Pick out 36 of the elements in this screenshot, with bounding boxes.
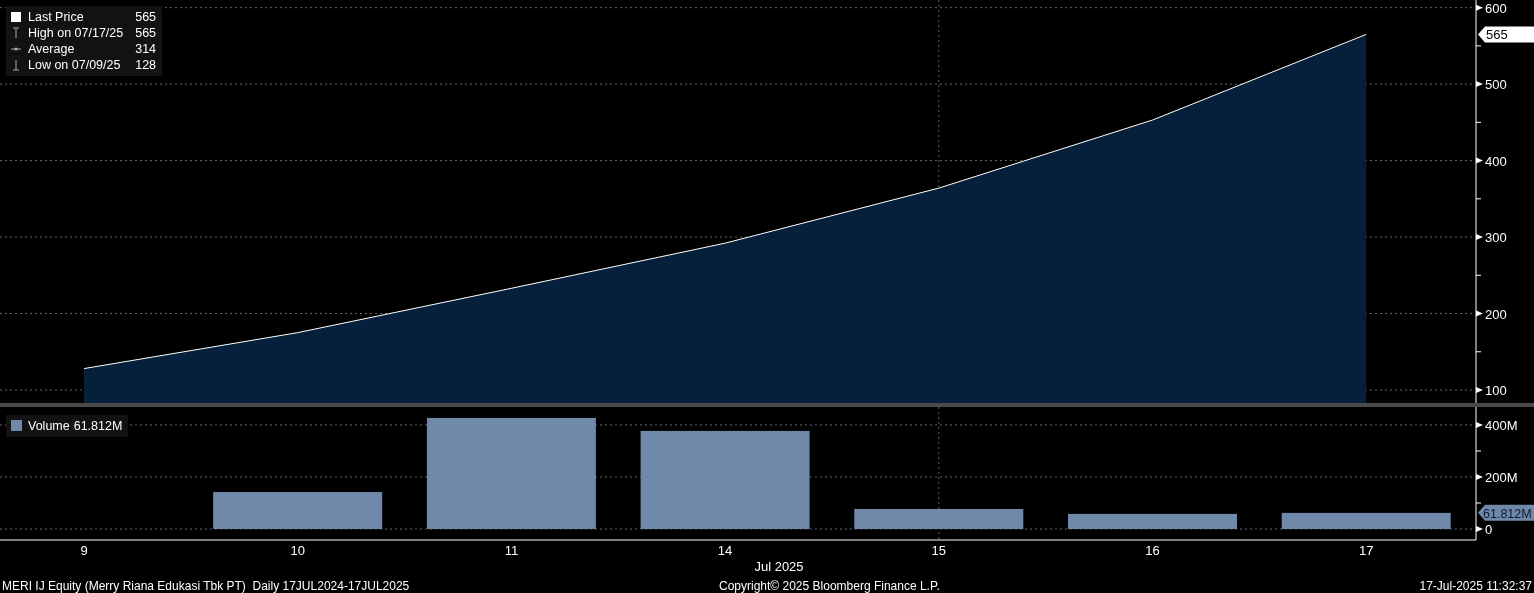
legend-swatch-icon [10,419,22,433]
timestamp: 17-Jul-2025 11:32:37 [1419,579,1532,593]
legend-value: 314 [134,41,157,57]
axis-label: 200 [1485,306,1507,322]
security-description: MERI IJ Equity (Merry Riana Edukasi Tbk PT) Daily 17JUL2024-17JUL2025 [2,579,410,593]
axis-label: 9 [80,543,88,558]
axis-label: 16 [1145,543,1160,558]
low-marker-icon [10,58,22,72]
legend-value: 61.812M [73,418,123,434]
high-marker-icon [10,26,22,40]
legend-swatch-icon [10,10,22,24]
axis-label: 0 [1485,522,1493,537]
axis-label: 300 [1485,230,1507,246]
legend-label: Low on 07/09/25 [28,57,122,73]
axis-label: 11 [504,543,519,558]
legend-value: 565 [134,9,157,25]
legend-label: Last Price [28,9,85,25]
axis-label: 17 [1358,543,1374,558]
legend-label: High on 07/17/25 [28,25,124,41]
legend-value: 565 [134,25,157,41]
axis-label: 500 [1485,77,1507,93]
axis-label: 100 [1485,383,1507,398]
axis-label: 400M [1485,417,1518,433]
copyright-notice: Copyright© 2025 Bloomberg Finance L.P. [719,579,940,593]
legend-label: Average [28,41,76,57]
legend-value: 128 [134,57,157,73]
axis-label: 15 [931,543,947,558]
axis-label: 200M [1485,469,1518,485]
axis-title: Jul 2025 [754,559,804,574]
legend-label: Volume [28,418,70,434]
axis-label: 14 [717,543,733,558]
axis-label: 400 [1485,153,1507,169]
last-price-tag: 565 [1478,26,1534,43]
axis-label: 600 [1485,0,1507,16]
volume-tag: 61.812M [1478,504,1534,521]
axis-label: 10 [290,543,305,558]
